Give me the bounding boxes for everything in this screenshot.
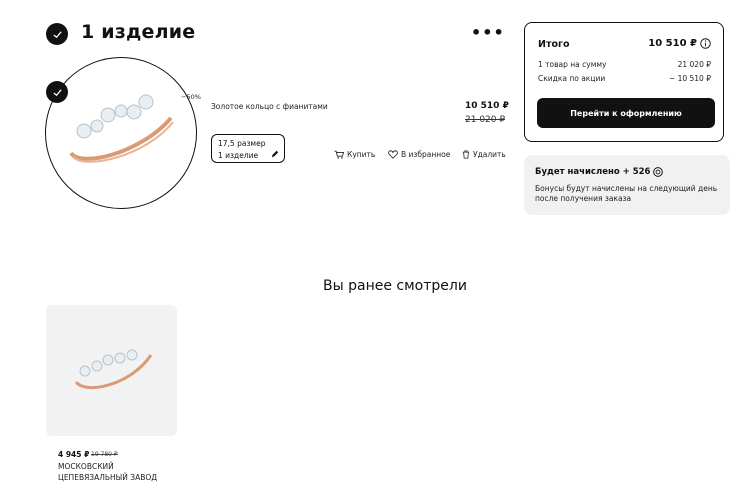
recent-old-price: 19 780 ₽ bbox=[91, 451, 118, 458]
heart-icon bbox=[388, 150, 398, 159]
summary-row-label: Скидка по акции bbox=[538, 74, 606, 83]
summary-row-value: − 10 510 ₽ bbox=[668, 74, 711, 83]
summary-total: 10 510 ₽ bbox=[648, 38, 697, 49]
recent-brand[interactable]: МОСКОВСКИЙ bbox=[58, 462, 114, 471]
check-icon bbox=[52, 88, 62, 96]
product-image[interactable] bbox=[45, 57, 197, 209]
buy-button[interactable]: Купить bbox=[334, 150, 375, 159]
summary-title: Итого bbox=[538, 39, 570, 50]
trash-icon bbox=[462, 150, 470, 159]
more-dots-icon[interactable]: ••• bbox=[471, 23, 505, 42]
item-checkbox[interactable] bbox=[46, 81, 68, 103]
checkout-button[interactable]: Перейти к оформлению bbox=[537, 98, 715, 128]
check-icon bbox=[52, 30, 62, 38]
favorite-label: В избранное bbox=[401, 150, 451, 159]
summary-row-value: 21 020 ₽ bbox=[677, 60, 711, 69]
size-selector[interactable]: 17,5 размер 1 изделие bbox=[211, 134, 285, 163]
recently-viewed-title: Вы ранее смотрели bbox=[323, 278, 467, 294]
delete-label: Удалить bbox=[473, 150, 506, 159]
order-summary: Итого 10 510 ₽ 1 товар на сумму 21 020 ₽… bbox=[524, 22, 724, 142]
bonus-title: Будет начислено + 526 bbox=[535, 167, 651, 177]
bonus-text: Бонусы будут начислены на следующий день… bbox=[535, 184, 718, 203]
summary-row-label: 1 товар на сумму bbox=[538, 60, 607, 69]
quantity-label: 1 изделие bbox=[218, 151, 259, 160]
info-icon[interactable] bbox=[700, 38, 711, 49]
product-old-price: 21 020 ₽ bbox=[465, 115, 506, 125]
bonus-panel: Будет начислено + 526 Бонусы будут начис… bbox=[524, 155, 730, 215]
cart-title: 1 изделие bbox=[81, 21, 196, 43]
product-price: 10 510 ₽ bbox=[465, 101, 509, 111]
recent-price: 4 945 ₽ bbox=[58, 450, 90, 459]
favorite-button[interactable]: В избранное bbox=[388, 150, 450, 159]
ring-image bbox=[74, 349, 153, 390]
cart-icon bbox=[334, 150, 344, 159]
ring-image bbox=[69, 94, 174, 163]
buy-label: Купить bbox=[347, 150, 376, 159]
discount-badge: −50% bbox=[181, 93, 201, 101]
recent-brand-line2[interactable]: ЦЕПЕВЯЗАЛЬНЫЙ ЗАВОД bbox=[58, 473, 157, 482]
product-name[interactable]: Золотое кольцо с фианитами bbox=[211, 102, 328, 111]
recent-product-card[interactable] bbox=[46, 305, 177, 436]
select-all-checkbox[interactable] bbox=[46, 23, 68, 45]
bonus-coin-icon bbox=[653, 167, 664, 177]
pencil-icon bbox=[271, 150, 279, 158]
size-label: 17,5 размер bbox=[218, 139, 266, 148]
delete-button[interactable]: Удалить bbox=[462, 150, 506, 159]
bonus-title-row: Будет начислено + 526 bbox=[535, 167, 664, 177]
